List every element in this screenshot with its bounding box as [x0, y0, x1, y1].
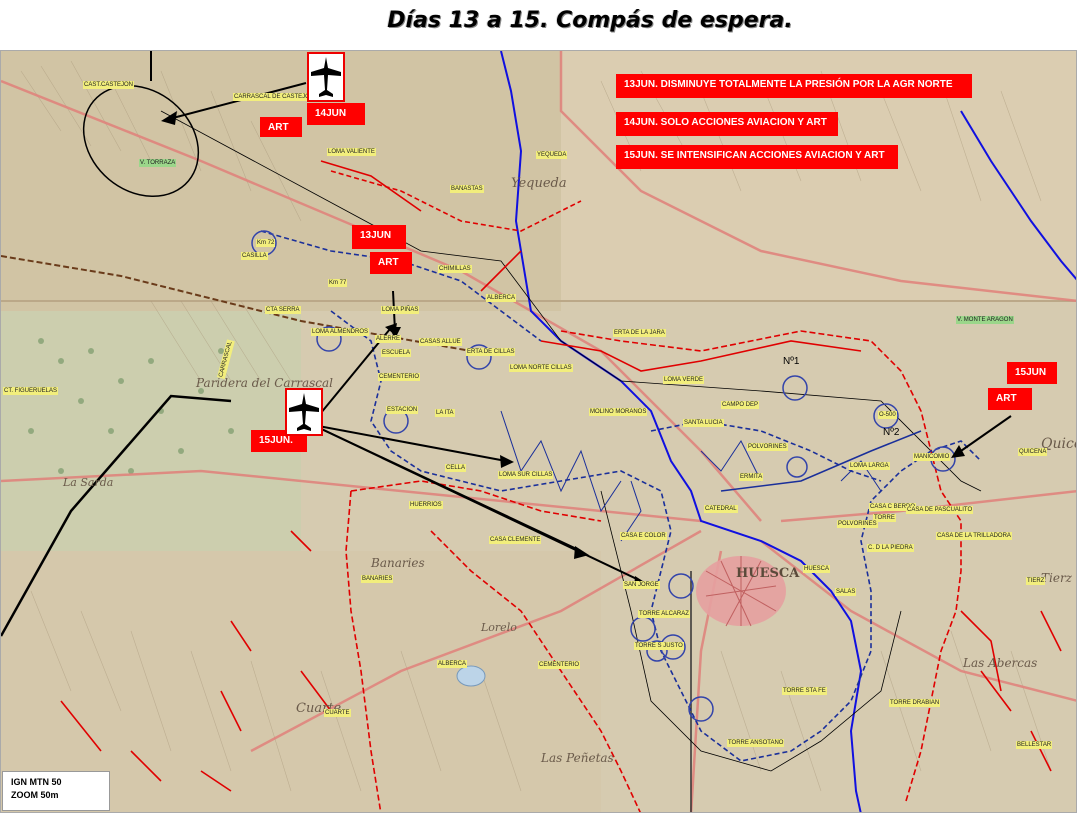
maptext-tierz: Tierz — [1041, 571, 1073, 585]
place-label: TORRE S JUSTO — [634, 642, 684, 650]
place-label: LOMA ALMENDROS — [311, 328, 370, 336]
place-label: SAN JORGE — [623, 581, 660, 589]
place-label: TORRE STA FE — [782, 687, 827, 695]
place-label: CT. FIGUERUELAS — [3, 387, 59, 395]
plane-icon — [285, 388, 323, 436]
place-label: LOMA PIÑAS — [381, 306, 420, 314]
place-label: TIERZ — [1026, 577, 1046, 585]
place-label: CASA CLEMENTE — [489, 536, 542, 544]
place-label: HUESCA — [803, 565, 831, 573]
source-line-1: IGN MTN 50 — [11, 777, 62, 787]
place-label: CASA E COLOR — [620, 532, 667, 540]
place-label: LOMA VALIENTE — [327, 148, 376, 156]
map-canvas[interactable]: La Sarda HUESCA Quice Yequeda Paridera d… — [0, 50, 1077, 813]
tag-14jun: 14JUN — [307, 103, 365, 125]
place-label: BANASTAS — [450, 185, 484, 193]
tag-13jun: 13JUN — [352, 225, 406, 249]
place-label: CHIMILLAS — [438, 265, 472, 273]
maptext-yequeda: Yequeda — [511, 176, 567, 191]
tag-art-14: ART — [260, 117, 302, 137]
place-label: LOMA NORTE CILLAS — [509, 364, 573, 372]
page-title: Días 13 a 15. Compás de espera. — [387, 8, 793, 33]
place-label: LOMA LARGA — [849, 462, 890, 470]
place-label: MANICOMIO — [913, 453, 951, 461]
place-label: MOLINO MORANOS — [589, 408, 648, 416]
map-source-box: IGN MTN 50 ZOOM 50m — [2, 771, 110, 811]
place-label: C. D LA PIEDRA — [867, 544, 914, 552]
place-label: ERTA DE CILLAS — [466, 348, 516, 356]
place-label: SALAS — [835, 588, 857, 596]
place-label: ALERRE — [375, 335, 402, 343]
place-label: Km 72 — [256, 239, 276, 247]
place-label: YEQUEDA — [536, 151, 568, 159]
place-label: BELLESTAR — [1016, 741, 1053, 749]
place-label: SANTA LUCIA — [683, 419, 724, 427]
place-label: CAMPO DEP — [721, 401, 760, 409]
place-label: V. TORRAZA — [139, 159, 177, 167]
place-label: QUICENA — [1018, 448, 1048, 456]
place-label: ALBERCA — [437, 660, 468, 668]
maptext-penetas: Las Peñetas — [541, 751, 614, 765]
place-label: LOMA SUR CILLAS — [498, 471, 554, 479]
plane-icon — [307, 52, 345, 102]
place-label: HUERRIOS — [409, 501, 443, 509]
place-label: TORRE DRABIAN — [889, 699, 941, 707]
place-label: POLVORINES — [747, 443, 788, 451]
place-label: CEMENTERIO — [378, 373, 421, 381]
place-label: CASA DE PASCUALITO — [906, 506, 974, 514]
note-14jun: 14JUN. SOLO ACCIONES AVIACION Y ART — [616, 112, 838, 136]
place-label: CEMENTERIO — [538, 661, 581, 669]
maptext-banaries: Banaries — [371, 556, 425, 570]
place-label: LOMA VERDE — [663, 376, 705, 384]
place-label: CASILLA — [241, 252, 268, 260]
sector-label-1: Nº1 — [783, 356, 800, 367]
place-label: CASAS ALLUE — [419, 338, 462, 346]
place-label: CUARTE — [324, 709, 351, 717]
place-label: ERMITA — [739, 473, 764, 481]
place-label: TORRE ALCARAZ — [638, 610, 690, 618]
place-label: POLVORINES — [837, 520, 878, 528]
maptext-sarda: La Sarda — [63, 476, 114, 489]
sector-label-2: Nº2 — [883, 427, 900, 438]
tag-art-13: ART — [370, 252, 412, 274]
place-label: ERTA DE LA JARA — [613, 329, 666, 337]
tag-15jun-east: 15JUN — [1007, 362, 1057, 384]
place-label: Km 77 — [328, 279, 348, 287]
place-label: CASA DE LA TRILLADORA — [936, 532, 1012, 540]
place-label: V. MONTE ARAGON — [956, 316, 1014, 324]
place-label: BANARIES — [361, 575, 394, 583]
place-label: CAST.CASTEJON — [83, 81, 135, 89]
place-label: CARRASCAL DE CASTEJON — [233, 93, 316, 101]
place-label: CELLA — [445, 464, 467, 472]
place-label: CTA SERRA — [265, 306, 301, 314]
tag-art-15: ART — [988, 388, 1032, 410]
place-label: LA ITA — [435, 409, 455, 417]
source-line-2: ZOOM 50m — [11, 790, 59, 800]
place-label: ESCUELA — [381, 349, 412, 357]
note-15jun: 15JUN. SE INTENSIFICAN ACCIONES AVIACION… — [616, 145, 898, 169]
place-label: O-500 — [878, 411, 897, 419]
maptext-huesca: HUESCA — [736, 566, 800, 581]
place-label: ALBERCA — [486, 294, 517, 302]
place-label: TORRE ANSOTANO — [727, 739, 785, 747]
maptext-lorelo: Lorelo — [481, 621, 517, 634]
place-label: CATEDRAL — [704, 505, 738, 513]
maptext-abercas: Las Abercas — [963, 656, 1038, 670]
note-13jun: 13JUN. DISMINUYE TOTALMENTE LA PRESIÓN P… — [616, 74, 972, 98]
place-label: ESTACION — [386, 406, 419, 414]
